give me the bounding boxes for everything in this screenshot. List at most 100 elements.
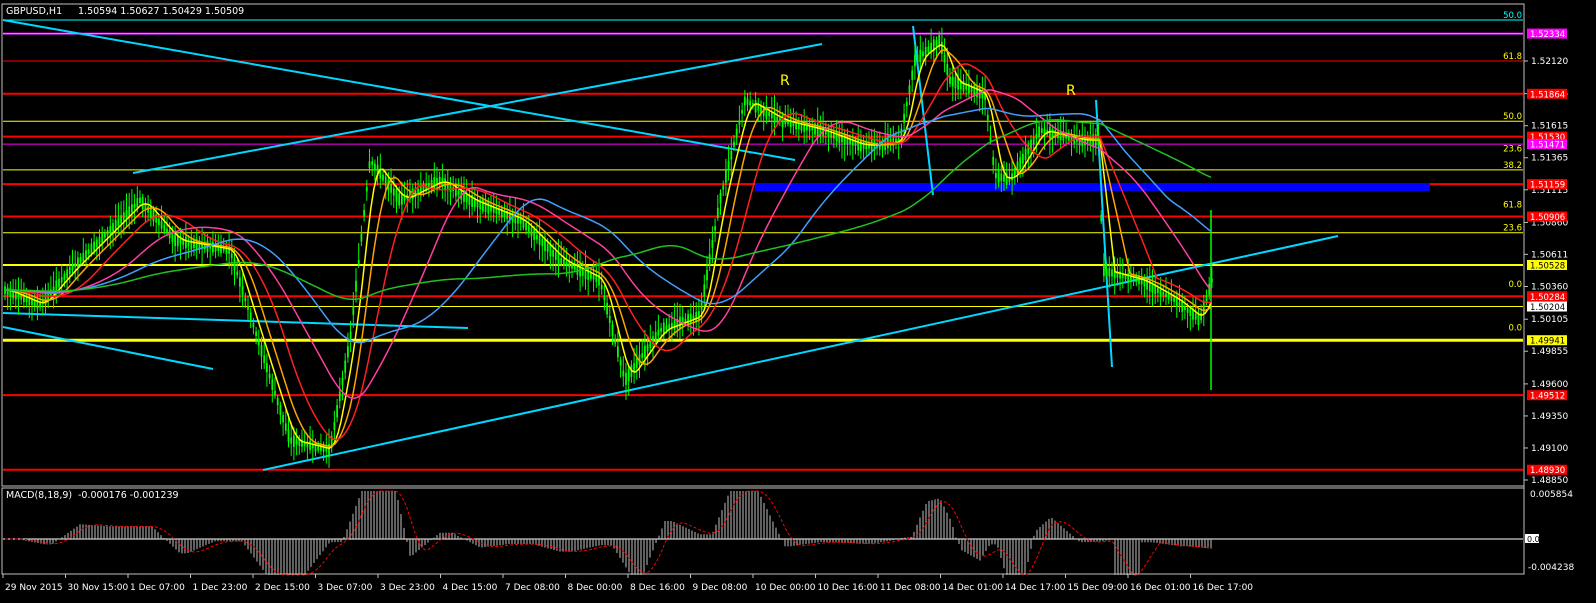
candle-body xyxy=(74,263,77,267)
candle-body xyxy=(887,138,889,149)
candle-body xyxy=(730,150,733,160)
candle-body xyxy=(776,116,779,121)
candle-body xyxy=(903,113,905,123)
candle-body xyxy=(1138,275,1140,285)
support-zone-rect[interactable] xyxy=(755,183,1430,191)
candle-body xyxy=(941,41,943,54)
time-label: 14 Dec 17:00 xyxy=(1005,583,1066,593)
candle-body xyxy=(525,222,527,230)
candle-body xyxy=(916,54,919,62)
ohlc-readout: 1.50594 1.50627 1.50429 1.50509 xyxy=(78,6,244,17)
candle-body xyxy=(249,312,252,321)
candle-body xyxy=(166,228,168,234)
candle-body xyxy=(392,188,395,196)
candle-body xyxy=(1108,267,1111,277)
candle-body xyxy=(338,391,341,402)
candle-body xyxy=(560,258,563,264)
candle-body xyxy=(141,197,144,210)
candle-body xyxy=(1011,173,1013,181)
candle-body xyxy=(401,194,403,205)
candle-body xyxy=(247,305,249,310)
candle-body xyxy=(571,264,573,269)
price-scale-label: 1.49600 xyxy=(1531,380,1568,390)
candle-body xyxy=(563,258,565,267)
candle-body xyxy=(39,302,41,308)
candle-body xyxy=(1000,173,1003,182)
candle-body xyxy=(619,359,622,366)
candle-body xyxy=(673,319,676,330)
candle-body xyxy=(905,101,908,106)
candle-body xyxy=(282,414,284,423)
candle-body xyxy=(522,219,525,228)
candle-body xyxy=(862,141,865,149)
fib-level-label: 61.8 xyxy=(1503,201,1522,211)
macd-values: -0.000176 -0.001239 xyxy=(78,490,179,501)
price-tag-label: 1.52334 xyxy=(1530,30,1565,40)
candle-body xyxy=(444,178,446,189)
mt4-chart-window[interactable]: GBPUSD,H1 1.50594 1.50627 1.50429 1.5050… xyxy=(0,0,1596,603)
trendline xyxy=(132,43,823,174)
candle-body xyxy=(695,311,698,322)
candle-body xyxy=(260,344,263,357)
macd-scale-top: 0.005854 xyxy=(1530,490,1573,500)
candle-body xyxy=(633,363,635,372)
candle-body xyxy=(949,76,951,84)
candle-body xyxy=(546,244,549,252)
candle-body xyxy=(279,405,282,416)
time-axis: 29 Nov 2015 30 Nov 15:00 1 Dec 07:00 1 Dec … xyxy=(2,574,1254,593)
candle-body xyxy=(98,236,101,245)
time-label: 8 Dec 16:00 xyxy=(630,583,685,593)
time-label: 15 Dec 09:00 xyxy=(1068,583,1129,593)
candle-body xyxy=(965,84,968,90)
candle-body xyxy=(1100,215,1103,222)
time-label: 29 Nov 2015 xyxy=(5,583,63,593)
candle-body xyxy=(536,234,538,240)
time-label: 16 Dec 17:00 xyxy=(1193,583,1254,593)
candle-body xyxy=(63,273,66,280)
trendline xyxy=(2,312,469,329)
candle-body xyxy=(770,112,773,119)
candle-body xyxy=(590,272,592,279)
time-label: 1 Dec 07:00 xyxy=(130,583,185,593)
candle-body xyxy=(922,51,924,57)
fib-level-label: 0.0 xyxy=(1508,280,1522,290)
candle-body xyxy=(293,435,295,447)
candle-body xyxy=(66,269,68,279)
price-tag-label: 1.50528 xyxy=(1530,261,1565,271)
candle-body xyxy=(919,49,922,63)
candle-body xyxy=(900,128,903,137)
candle-body xyxy=(152,209,155,222)
candle-body xyxy=(357,260,360,264)
candle-body xyxy=(538,234,541,245)
candle-body xyxy=(954,76,957,89)
candle-body xyxy=(1040,128,1043,134)
price-tag-label: 1.49941 xyxy=(1530,337,1565,347)
candle-body xyxy=(133,203,136,208)
candle-body xyxy=(263,355,266,364)
candle-body xyxy=(603,295,606,301)
candle-body xyxy=(838,132,841,143)
candle-body xyxy=(6,287,9,296)
candle-body xyxy=(131,204,133,213)
candle-body xyxy=(592,274,595,280)
candle-body xyxy=(90,243,93,255)
candle-body xyxy=(738,120,741,125)
candle-body xyxy=(128,206,131,216)
time-label: 14 Dec 01:00 xyxy=(943,583,1004,593)
candle-body xyxy=(708,254,711,265)
candle-body xyxy=(93,241,95,251)
candle-body xyxy=(1192,309,1194,320)
candle-body xyxy=(255,331,257,336)
candle-body xyxy=(252,323,255,328)
candle-body xyxy=(384,176,387,186)
price-scale-label: 1.50105 xyxy=(1531,315,1568,325)
candle-body xyxy=(1157,288,1159,293)
price-tag-label: 1.51159 xyxy=(1530,181,1565,191)
candle-body xyxy=(333,422,336,431)
candle-body xyxy=(87,249,90,254)
candle-body xyxy=(284,423,287,431)
macd-histogram xyxy=(3,490,1523,576)
candle-body xyxy=(71,265,74,271)
macd-scale-bottom: -0.004238 xyxy=(1528,563,1574,573)
candle-body xyxy=(290,437,293,444)
